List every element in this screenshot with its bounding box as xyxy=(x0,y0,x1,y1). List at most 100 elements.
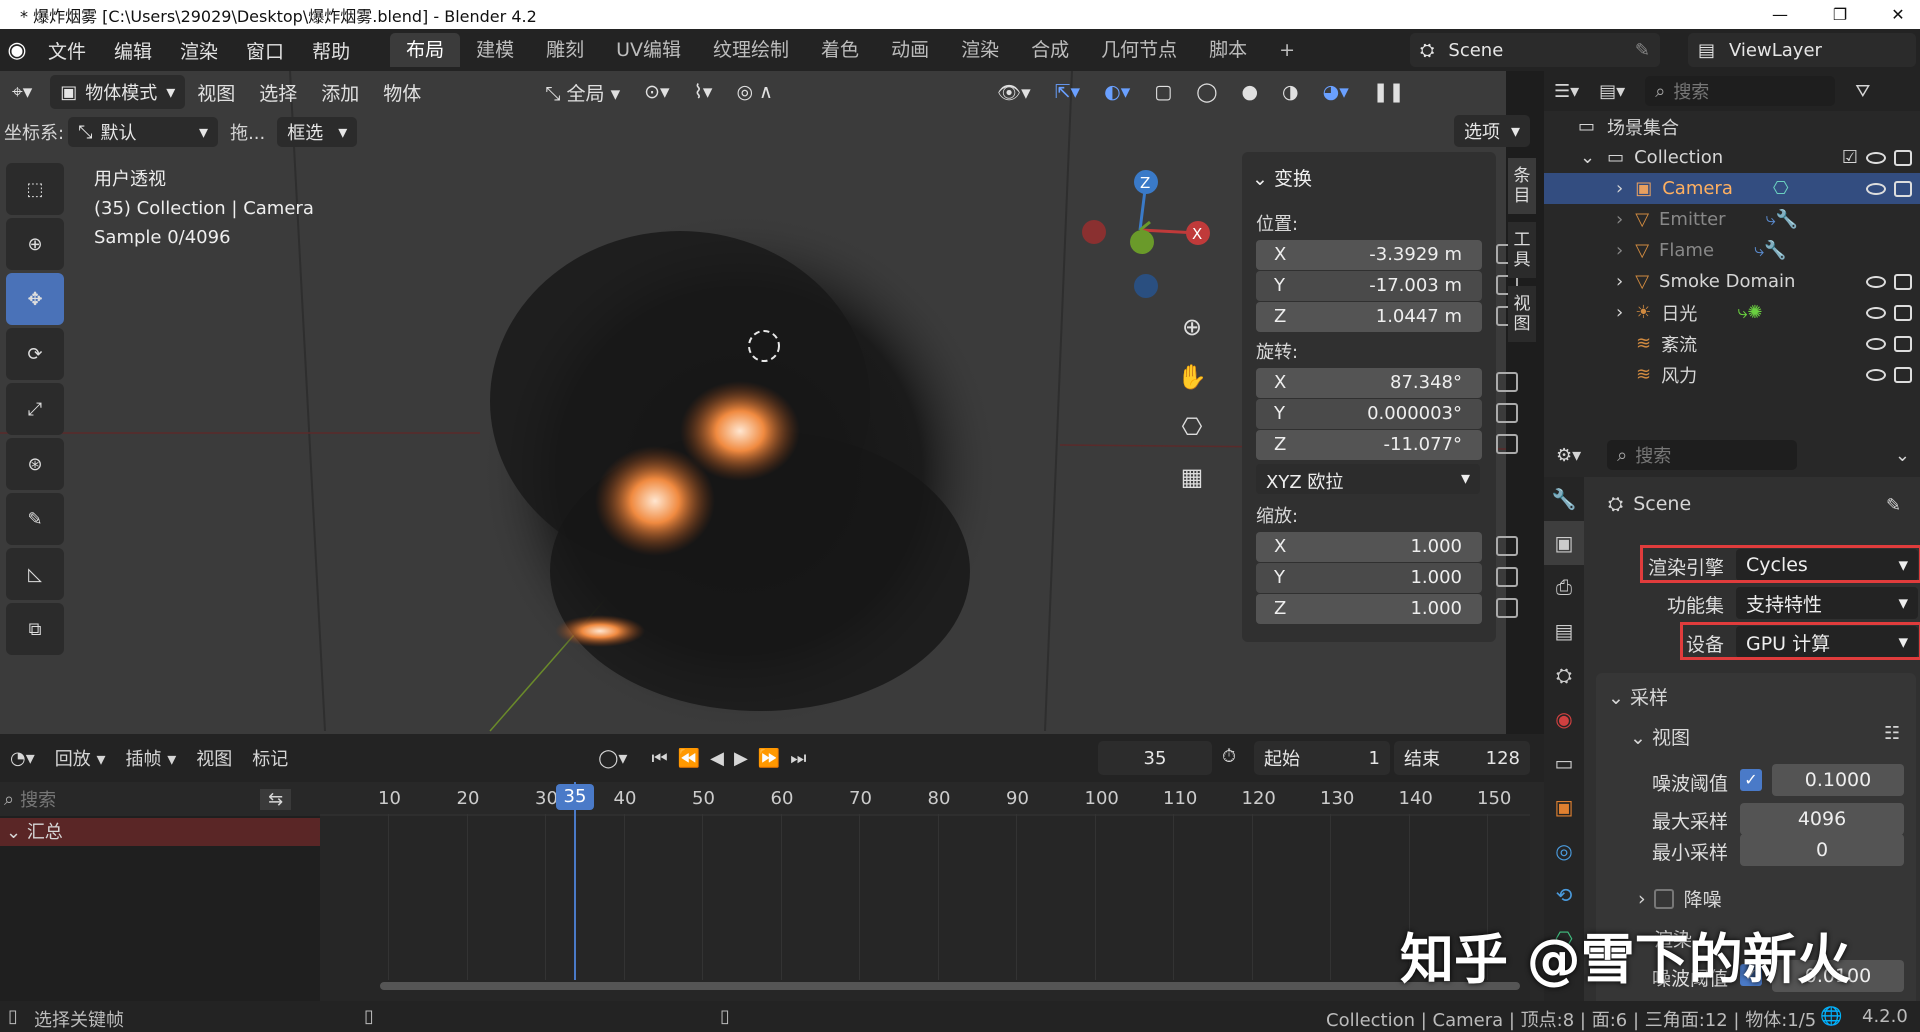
denoise-checkbox[interactable] xyxy=(1653,888,1674,909)
pivot-icon[interactable]: ⊙▾ xyxy=(632,81,681,103)
maximize-button[interactable]: ❐ xyxy=(1810,0,1870,29)
lock-icon[interactable] xyxy=(1496,434,1518,454)
transform-header[interactable]: ⌄ 变换 xyxy=(1252,164,1312,191)
xray-icon[interactable]: ▢ xyxy=(1142,81,1184,103)
display-mode-icon[interactable]: ▤▾ xyxy=(1599,81,1625,102)
transform-tool[interactable]: ⊛ xyxy=(6,438,64,490)
timeline-editor-icon[interactable]: ◔▾ xyxy=(0,748,45,769)
coord-system-select[interactable]: ⤡ 默认 ▾ xyxy=(68,117,219,147)
playhead-marker[interactable]: 35 xyxy=(556,784,594,810)
properties-editor-icon[interactable]: ⚙▾ xyxy=(1556,445,1581,466)
outliner-item-turbulence[interactable]: ≋ 紊流 xyxy=(1544,328,1920,359)
output-tab-icon[interactable]: ⎙ xyxy=(1544,565,1584,609)
filter-icon[interactable]: ⛛ xyxy=(1855,81,1870,102)
frame-ruler[interactable]: 10 20 30 40 50 60 70 80 90 100 110 120 130 140 150 xyxy=(320,782,1530,980)
viewlayer-selector[interactable]: ▤ ViewLayer xyxy=(1688,33,1916,67)
start-frame-field[interactable]: 起始 1 xyxy=(1254,741,1390,775)
rotation-mode-select[interactable]: XYZ 欧拉 ▾ xyxy=(1256,464,1480,494)
lock-icon[interactable] xyxy=(1496,567,1518,587)
tool-tab-icon[interactable]: 🔧 xyxy=(1544,477,1584,521)
menu-help[interactable]: 帮助 xyxy=(298,37,364,64)
outliner-item-camera[interactable]: › ▣ Camera ⎔ xyxy=(1544,173,1920,204)
properties-search[interactable]: ⌕ 搜索 xyxy=(1607,440,1798,470)
min-samples-field[interactable]: 0 xyxy=(1740,834,1904,866)
swap-icon[interactable]: ⇆ xyxy=(260,788,292,810)
location-x-field[interactable]: X -3.3929 m xyxy=(1256,240,1518,270)
snap-icon[interactable]: ⌇▾ xyxy=(682,81,725,103)
ortho-grid-icon[interactable]: ▦ xyxy=(1172,452,1212,502)
tab-texture-paint[interactable]: 纹理绘制 xyxy=(697,33,805,67)
gizmo-icon[interactable]: ⇱▾ xyxy=(1043,81,1092,103)
mode-selector[interactable]: ▣ 物体模式 ▾ xyxy=(50,75,186,109)
viewport-subheader[interactable]: ⌄ 视图 xyxy=(1630,723,1690,750)
render-tab-icon[interactable]: ▣ xyxy=(1544,521,1584,565)
checkbox-icon[interactable]: ☑ xyxy=(1842,147,1858,168)
pan-hand-icon[interactable]: ✋ xyxy=(1172,352,1212,402)
blender-logo-icon[interactable]: ◉ xyxy=(0,38,34,63)
noise-threshold-field[interactable]: 0.1000 xyxy=(1772,764,1904,796)
scene-collection-row[interactable]: ▭ 场景集合 xyxy=(1544,111,1920,142)
outliner-item-sun[interactable]: › ☀ 日光 ⤷✺ xyxy=(1544,297,1920,328)
visibility-icon[interactable]: 👁▾ xyxy=(985,81,1043,104)
collection-tab-icon[interactable]: ▭ xyxy=(1544,741,1584,785)
annotate-tool[interactable]: ✎ xyxy=(6,493,64,545)
navigation-gizmo[interactable]: Z X xyxy=(1070,160,1210,300)
close-button[interactable]: ✕ xyxy=(1868,0,1920,29)
lock-icon[interactable] xyxy=(1496,372,1518,392)
tab-scripting[interactable]: 脚本 xyxy=(1193,33,1263,67)
select-box-tool[interactable]: ⬚ xyxy=(6,163,64,215)
shading-wire-icon[interactable]: ◯ xyxy=(1184,81,1229,103)
pause-icon[interactable]: ❚❚ xyxy=(1361,81,1417,103)
prev-keyframe-icon[interactable]: ⏪ xyxy=(678,748,710,769)
record-icon[interactable]: ◯▾ xyxy=(598,748,627,769)
scale-tool[interactable]: ⤢ xyxy=(6,383,64,435)
pin-icon[interactable]: ✎ xyxy=(1886,495,1901,516)
outliner-item-emitter[interactable]: › ▽ Emitter ⤷🔧 xyxy=(1544,204,1920,235)
summary-row[interactable]: ⌄ 汇总 xyxy=(0,818,320,846)
measure-tool[interactable]: ◺ xyxy=(6,548,64,600)
proportional-icon[interactable]: ◎ ∧ xyxy=(724,81,785,103)
menu-window[interactable]: 窗口 xyxy=(232,37,298,64)
collection-row[interactable]: ⌄ ▭ Collection ☑ xyxy=(1544,142,1920,173)
object-tab-icon[interactable]: ▣ xyxy=(1544,785,1584,829)
outliner-item-wind[interactable]: ≋ 风力 xyxy=(1544,359,1920,390)
dopesheet-area[interactable] xyxy=(320,814,1530,1001)
shading-rendered-icon[interactable]: ◕▾ xyxy=(1311,81,1361,103)
tab-rendering[interactable]: 渲染 xyxy=(945,33,1015,67)
tab-uv-editing[interactable]: UV编辑 xyxy=(600,33,697,67)
add-cube-tool[interactable]: ⧉ xyxy=(6,603,64,655)
eye-icon[interactable] xyxy=(1866,337,1886,350)
jump-start-icon[interactable]: ⏮ xyxy=(651,748,677,769)
outliner-editor-icon[interactable]: ☰▾ xyxy=(1554,81,1579,102)
next-keyframe-icon[interactable]: ⏩ xyxy=(758,748,790,769)
eye-icon[interactable] xyxy=(1866,306,1886,319)
tab-tool[interactable]: 工具 xyxy=(1508,222,1536,278)
transform-orientation[interactable]: ⤡ 全局 ▾ xyxy=(533,79,632,106)
physics-tab-icon[interactable]: ◎ xyxy=(1544,829,1584,873)
sampling-header[interactable]: ⌄ 采样 xyxy=(1608,683,1668,710)
menu-view[interactable]: 视图 xyxy=(185,79,247,106)
play-icon[interactable]: ▶ xyxy=(734,748,758,769)
scale-x-field[interactable]: X 1.000 xyxy=(1256,532,1518,562)
editor-type-icon[interactable]: ⌖▾ xyxy=(0,81,44,103)
tab-shading[interactable]: 着色 xyxy=(805,33,875,67)
menu-add[interactable]: 添加 xyxy=(309,79,371,106)
end-frame-field[interactable]: 结束 128 xyxy=(1394,741,1530,775)
rotation-z-field[interactable]: Z -11.077° xyxy=(1256,430,1518,460)
move-tool[interactable]: ✥ xyxy=(6,273,64,325)
lock-icon[interactable] xyxy=(1496,536,1518,556)
options-button[interactable]: 选项 ▾ xyxy=(1454,115,1530,147)
pin-icon[interactable]: ✎ xyxy=(1635,40,1650,61)
shading-solid-icon[interactable]: ● xyxy=(1229,81,1270,103)
eye-icon[interactable] xyxy=(1866,151,1886,164)
drag-select[interactable]: 拖... xyxy=(218,119,277,145)
keying-menu[interactable]: 插帧 ▾ xyxy=(116,745,187,771)
outliner-search[interactable]: ⌕ 搜索 xyxy=(1645,76,1836,106)
camera-render-icon[interactable] xyxy=(1894,273,1912,290)
lock-icon[interactable] xyxy=(1496,403,1518,423)
noise-threshold-checkbox[interactable]: ✓ xyxy=(1740,769,1762,791)
current-frame-field[interactable]: 35 xyxy=(1098,741,1212,775)
jump-end-icon[interactable]: ⏭ xyxy=(790,748,816,769)
select-mode-select[interactable]: 框选 ▾ xyxy=(277,117,358,147)
tab-geometry-nodes[interactable]: 几何节点 xyxy=(1085,33,1193,67)
